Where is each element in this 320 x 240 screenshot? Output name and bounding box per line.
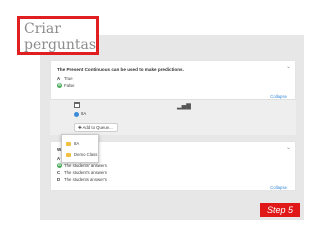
answer-text: The students' answers <box>64 163 107 168</box>
queue-dropdown-menu: 8A Demo Class <box>61 134 99 163</box>
chevron-down-icon[interactable]: ⌄ <box>286 144 291 151</box>
bar-chart-icon[interactable]: ▂▅▇ <box>177 103 191 110</box>
folder-icon <box>66 141 71 146</box>
page-title-line1: Criar <box>24 21 61 37</box>
dropdown-item-8a[interactable]: 8A <box>66 141 79 146</box>
answer-letter: C <box>57 170 61 175</box>
calculator-icon[interactable] <box>74 102 80 108</box>
answer-text: True <box>64 76 73 81</box>
folder-icon <box>66 152 71 157</box>
question-1-answer-b: B False <box>57 83 75 88</box>
question-2-answer-d: D The students answer's <box>57 177 107 182</box>
dropdown-item-demo-class[interactable]: Demo Class <box>66 152 97 157</box>
question-1-answer-a: A True <box>57 76 73 81</box>
answer-letter: A <box>57 76 61 81</box>
question-1-text: The Present Continuous can be used to ma… <box>57 67 184 72</box>
answer-text: The students answer's <box>64 177 107 182</box>
chevron-down-icon[interactable]: ⌄ <box>286 63 291 70</box>
radio-selected-icon[interactable] <box>74 112 79 117</box>
correct-answer-marker: B <box>57 83 62 88</box>
page-title-box: Criar perguntas <box>17 16 99 55</box>
answer-letter: D <box>57 177 61 182</box>
answer-text: False <box>64 83 75 88</box>
add-to-queue-button[interactable]: ✚ Add to Queue... <box>74 123 118 132</box>
dropdown-item-label: 8A <box>74 141 80 146</box>
step-badge: Step 5 <box>260 203 300 217</box>
question-2-answer-c: C The student's answers <box>57 170 107 175</box>
answer-text: The student's answers <box>64 170 107 175</box>
correct-answer-marker: B <box>57 163 62 168</box>
page-title-line2: perguntas <box>24 37 97 53</box>
collapse-link[interactable]: Collapse <box>270 185 287 190</box>
question-2-answer-b: B The students' answers <box>57 163 107 168</box>
class-name: 8A <box>81 111 87 116</box>
dropdown-item-label: Demo Class <box>74 152 98 157</box>
